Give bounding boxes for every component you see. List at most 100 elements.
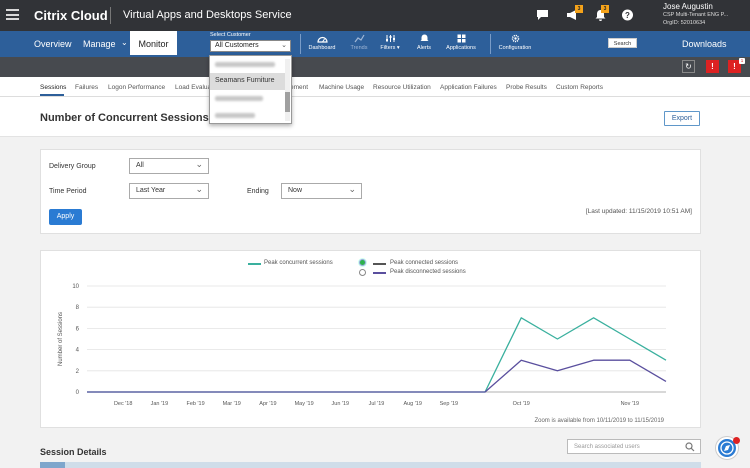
tool-dashboard[interactable]: Dashboard xyxy=(304,34,340,51)
tab-custom-reports[interactable]: Custom Reports xyxy=(556,84,603,91)
tool-configuration[interactable]: Configuration xyxy=(497,34,533,51)
apply-button[interactable]: Apply xyxy=(49,209,82,225)
customer-select-label: Select Customer xyxy=(210,32,251,38)
trends-icon xyxy=(354,34,365,43)
tab-probe-results[interactable]: Probe Results xyxy=(506,84,547,91)
redacted-text xyxy=(215,62,275,67)
time-period-label: Time Period xyxy=(49,188,87,195)
x-tick-label: May '19 xyxy=(295,401,314,407)
grid-icon xyxy=(457,34,465,43)
active-tab-indicator xyxy=(40,94,64,96)
y-axis-label: Number of Sessions xyxy=(58,312,64,366)
tool-filters[interactable]: Filters ▾ xyxy=(372,34,408,51)
series-line-2 xyxy=(87,359,667,393)
customer-option[interactable] xyxy=(210,107,285,123)
delivery-group-value: All xyxy=(136,162,144,169)
tab-management[interactable]: ement xyxy=(290,84,308,91)
user-name[interactable]: Jose Augustin xyxy=(663,2,713,11)
header-divider xyxy=(110,7,111,24)
tab-logon-performance[interactable]: Logon Performance xyxy=(108,84,165,91)
service-name: Virtual Apps and Desktops Service xyxy=(123,9,292,21)
tool-label: Dashboard xyxy=(308,45,336,51)
tool-label: Filters xyxy=(380,45,396,51)
brand-logo[interactable]: Citrix Cloud xyxy=(34,8,108,23)
customer-option[interactable] xyxy=(210,56,285,73)
hamburger-menu-icon[interactable] xyxy=(6,9,19,20)
chevron-down-icon[interactable]: ⌄ xyxy=(121,38,128,47)
tool-applications[interactable]: Applications xyxy=(443,34,479,51)
tool-label: Trends xyxy=(350,45,368,51)
x-tick-label: Nov '19 xyxy=(621,401,639,407)
y-tick-label: 10 xyxy=(72,284,79,290)
time-period-value: Last Year xyxy=(136,187,166,194)
tab-application-failures[interactable]: Application Failures xyxy=(440,84,497,91)
page-title: Number of Concurrent Sessions xyxy=(40,112,209,124)
nav-overview[interactable]: Overview xyxy=(34,39,72,49)
refresh-icon[interactable]: ↻ xyxy=(682,60,695,73)
chevron-down-icon: ▾ xyxy=(396,45,400,51)
nav-downloads[interactable]: Downloads xyxy=(682,39,727,49)
svg-text:?: ? xyxy=(625,11,630,20)
alert-count-badge: 1 xyxy=(739,58,745,64)
export-button[interactable]: Export xyxy=(664,111,700,126)
customer-option[interactable] xyxy=(210,90,285,107)
action-strip xyxy=(0,57,750,77)
bell-icon xyxy=(420,34,428,41)
redacted-text xyxy=(215,113,255,118)
alert-icon[interactable]: ! xyxy=(706,60,719,73)
search-users-placeholder: Search associated users xyxy=(574,444,640,450)
redacted-text xyxy=(215,96,263,101)
tool-label: Applications xyxy=(446,45,476,51)
dashboard-icon xyxy=(316,36,328,43)
filter-panel: Delivery Group All ⌄ Time Period Last Ye… xyxy=(40,149,701,234)
gear-icon xyxy=(511,34,519,43)
user-org-id: OrgID: 52010634 xyxy=(663,20,706,26)
y-tick-label: 4 xyxy=(76,348,80,354)
tab-failures[interactable]: Failures xyxy=(75,84,98,91)
search-users-input[interactable]: Search associated users xyxy=(567,439,701,454)
nav-monitor[interactable]: Monitor xyxy=(130,31,177,55)
session-details-title: Session Details xyxy=(40,447,107,457)
y-tick-label: 6 xyxy=(76,326,80,332)
dropdown-scrollbar-thumb[interactable] xyxy=(285,92,290,112)
session-table-header xyxy=(40,462,701,468)
chevron-down-icon: ⌄ xyxy=(348,184,356,194)
search-icon xyxy=(685,442,695,452)
customer-select[interactable]: All Customers ⌄ xyxy=(210,40,291,52)
tab-sessions[interactable]: Sessions xyxy=(40,84,66,91)
customer-option-label: Seamans Furniture xyxy=(215,77,275,84)
last-updated-text: [Last updated: 11/15/2019 10:51 AM] xyxy=(585,208,692,215)
tab-machine-usage[interactable]: Machine Usage xyxy=(319,84,364,91)
x-tick-label: Jun '19 xyxy=(332,401,350,407)
ending-value: Now xyxy=(288,187,303,194)
x-tick-label: Jul '19 xyxy=(369,401,385,407)
zoom-note: Zoom is available from 10/11/2019 to 11/… xyxy=(534,418,664,424)
monitor-tabs: Sessions Failures Logon Performance Load… xyxy=(0,77,750,97)
series-line-0 xyxy=(87,317,667,393)
chat-icon[interactable] xyxy=(536,9,549,21)
search-button[interactable]: Search xyxy=(608,38,637,48)
y-tick-label: 8 xyxy=(76,305,80,311)
x-tick-label: Sep '19 xyxy=(440,401,458,407)
help-icon[interactable]: ? xyxy=(621,9,634,21)
x-tick-label: Mar '19 xyxy=(223,401,241,407)
top-header: Citrix Cloud Virtual Apps and Desktops S… xyxy=(0,0,750,31)
chevron-down-icon: ⌄ xyxy=(195,159,203,169)
customer-option[interactable]: Seamans Furniture xyxy=(210,73,285,90)
nav-manage[interactable]: Manage xyxy=(83,39,116,49)
assistant-notification-dot xyxy=(733,437,740,444)
ending-select[interactable]: Now ⌄ xyxy=(281,183,362,199)
delivery-group-label: Delivery Group xyxy=(49,163,96,170)
x-tick-label: Aug '19 xyxy=(403,401,421,407)
sessions-line-chart[interactable]: 0 2 4 6 8 10 Number of Sessions Dec '18 Jan '19 F… xyxy=(41,251,702,429)
x-tick-label: Apr '19 xyxy=(259,401,276,407)
tab-load-evaluator[interactable]: Load Evaluat xyxy=(175,84,213,91)
time-period-select[interactable]: Last Year ⌄ xyxy=(129,183,209,199)
filter-icon xyxy=(385,35,395,42)
tool-alerts[interactable]: Alerts xyxy=(406,34,442,51)
nav-divider xyxy=(300,34,301,54)
nav-divider xyxy=(490,34,491,54)
x-tick-label: Dec '18 xyxy=(114,401,132,407)
tab-resource-utilization[interactable]: Resource Utilization xyxy=(373,84,431,91)
delivery-group-select[interactable]: All ⌄ xyxy=(129,158,209,174)
